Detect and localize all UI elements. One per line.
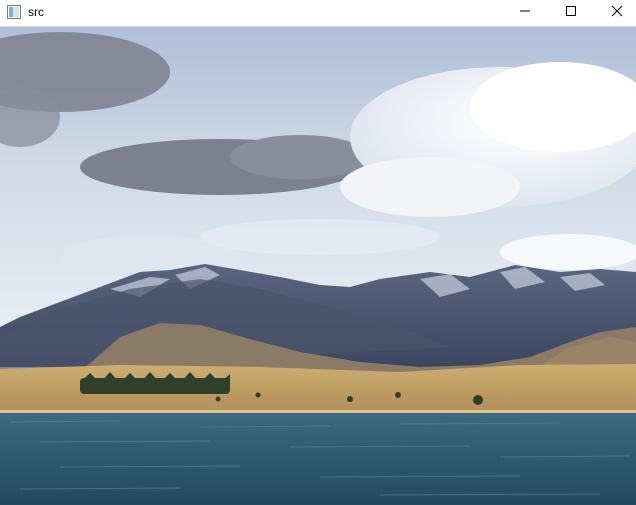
shoreline xyxy=(0,410,636,413)
close-icon xyxy=(611,4,623,22)
app-icon xyxy=(7,5,21,19)
landscape-image xyxy=(0,27,636,505)
window-title: src xyxy=(28,5,44,19)
maximize-icon xyxy=(565,4,577,22)
title-bar[interactable]: src xyxy=(0,0,636,27)
minimize-button[interactable] xyxy=(502,0,548,26)
minimize-icon xyxy=(519,4,531,22)
image-canvas xyxy=(0,27,636,505)
lake xyxy=(0,413,636,505)
image-window: src xyxy=(0,0,636,505)
close-button[interactable] xyxy=(594,0,636,26)
maximize-button[interactable] xyxy=(548,0,594,26)
